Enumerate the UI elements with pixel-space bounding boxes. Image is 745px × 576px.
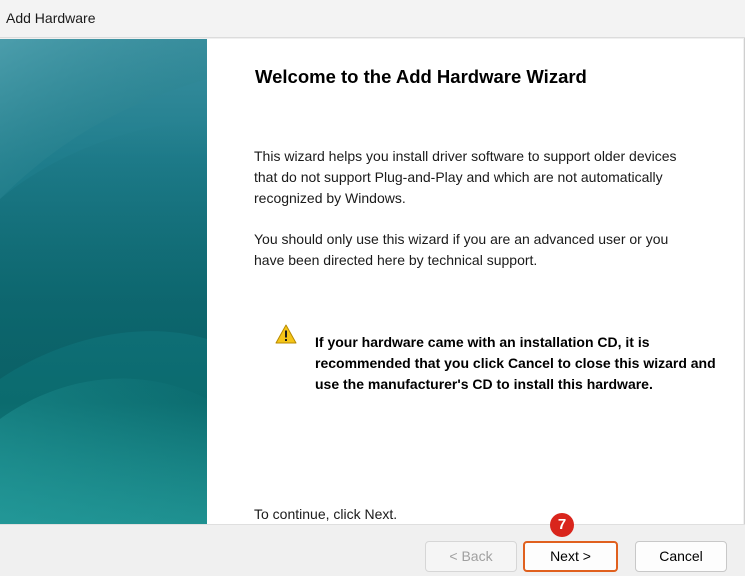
step-number-badge: 7 [550,513,574,537]
wizard-button-bar [0,524,745,576]
add-hardware-window: Add Hardware Welcome to the Add Hardware… [0,0,745,576]
title-bar[interactable]: Add Hardware [0,0,745,38]
wizard-content-panel: Welcome to the Add Hardware Wizard This … [207,39,743,524]
wizard-banner-image [0,39,207,524]
warning-icon [275,324,297,344]
back-button[interactable]: < Back [425,541,517,572]
continue-instruction: To continue, click Next. [254,506,398,522]
wizard-heading: Welcome to the Add Hardware Wizard [255,66,587,87]
next-button[interactable]: Next > [523,541,618,572]
advanced-user-note: You should only use this wizard if you a… [254,231,669,268]
window-title: Add Hardware [6,10,96,26]
wizard-description: This wizard helps you install driver sof… [254,148,677,206]
installation-cd-warning: If your hardware came with an installati… [315,334,716,392]
cancel-button[interactable]: Cancel [635,541,727,572]
banner-graphic [0,39,207,524]
